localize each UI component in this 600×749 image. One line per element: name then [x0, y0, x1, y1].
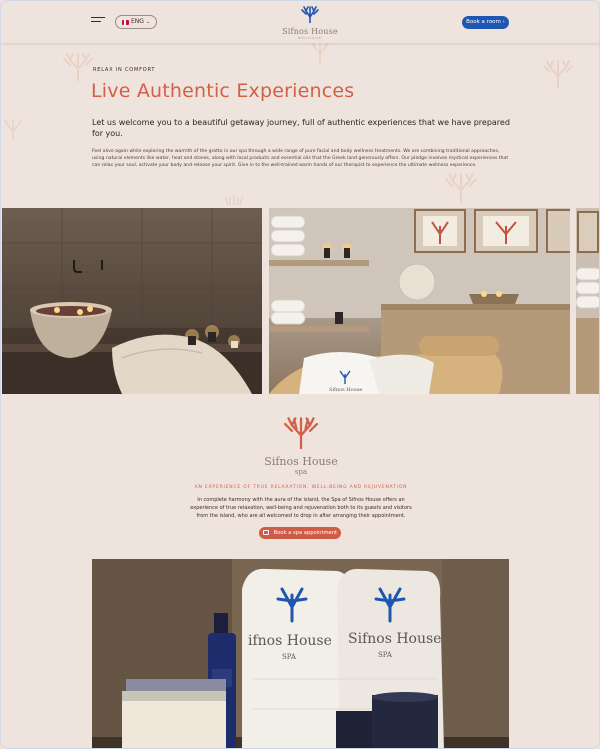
spa-photo-grotto[interactable]	[2, 208, 262, 394]
coral-decor-icon	[543, 60, 573, 89]
calendar-icon	[262, 530, 269, 535]
robe-wordmark: Sifnos House	[329, 387, 362, 393]
logo-wordmark: Sifnos House	[282, 27, 338, 36]
coral-logo-icon	[284, 417, 318, 451]
towel-wordmark-left: ifnos House	[248, 633, 332, 649]
book-room-button[interactable]: Book a room ›	[462, 16, 509, 29]
chevron-down-icon: ⌄	[145, 19, 151, 25]
coral-decor-icon	[445, 173, 477, 203]
page: ENG ⌄ Sifnos House BOUTIQUE Book a room …	[0, 0, 600, 749]
page-title: Live Authentic Experiences	[91, 80, 355, 102]
hamburger-menu-icon[interactable]	[91, 17, 105, 27]
book-spa-label: Book a spa appointment	[273, 530, 338, 536]
language-selector[interactable]: ENG ⌄	[115, 15, 158, 29]
coral-logo-icon	[301, 6, 319, 24]
coral-decor-icon	[4, 119, 22, 141]
spa-description: In complete harmony with the aura of the…	[190, 497, 412, 519]
spa-logo: Sifnos House spa	[251, 415, 351, 476]
spa-photo-treatment-room[interactable]: Sifnos House	[269, 208, 570, 394]
towel-sub-right: SPA	[378, 651, 393, 659]
book-spa-appointment-button[interactable]: Book a spa appointment	[259, 527, 341, 539]
uk-flag-icon	[122, 19, 129, 25]
spa-photo-towels[interactable]: ifnos House SPA Sifnos House SPA	[92, 559, 509, 748]
book-room-label: Book a room	[466, 19, 501, 25]
spa-photo-partial[interactable]	[576, 208, 599, 394]
grotto-illustration	[2, 208, 262, 394]
towel-wordmark-right: Sifnos House	[348, 631, 441, 647]
spa-tagline: AN EXPERIENCE OF TRUE RELAXATION, WELL-B…	[194, 485, 408, 490]
logo-sub: BOUTIQUE	[298, 36, 322, 40]
coral-decor-icon	[225, 195, 243, 205]
spa-logo-wordmark: Sifnos House	[264, 455, 338, 468]
towels-illustration: ifnos House SPA Sifnos House SPA	[92, 559, 509, 748]
arrow-right-icon: ›	[502, 19, 505, 25]
towel-sub-left: SPA	[282, 653, 297, 661]
language-label: ENG	[131, 18, 144, 25]
spa-logo-sub: spa	[294, 468, 308, 476]
coral-decor-icon	[63, 53, 93, 81]
site-header: ENG ⌄ Sifnos House BOUTIQUE Book a room …	[1, 1, 599, 43]
site-logo[interactable]: Sifnos House BOUTIQUE	[279, 5, 341, 40]
partial-photo-illustration	[576, 208, 599, 394]
intro-lead: Let us welcome you to a beautiful getawa…	[92, 118, 510, 138]
section-eyebrow: RELAX IN COMFORT	[93, 67, 156, 73]
intro-body: Feel alive again while exploring the war…	[92, 149, 509, 169]
treatment-room-illustration: Sifnos House	[269, 208, 570, 394]
